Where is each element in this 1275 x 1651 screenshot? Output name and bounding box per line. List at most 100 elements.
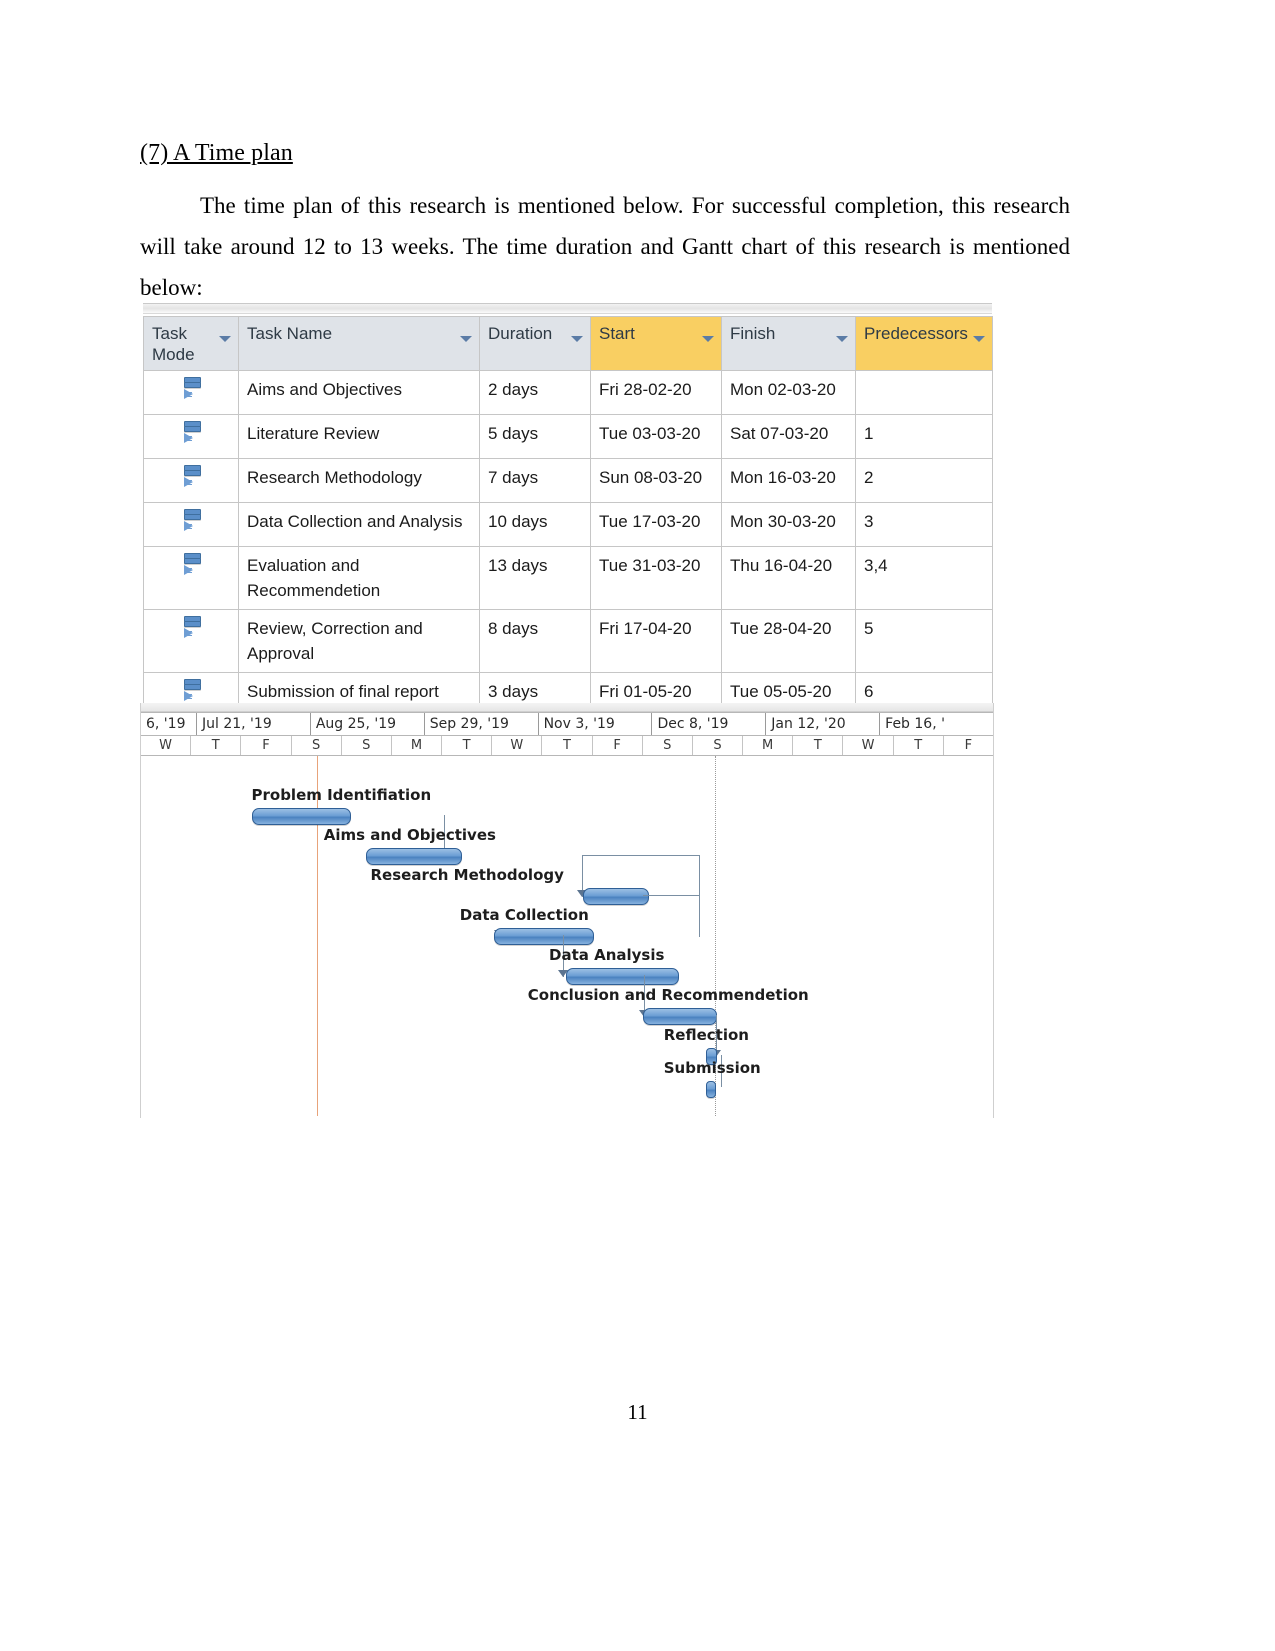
gantt-bar[interactable]: [642, 1008, 717, 1025]
task-name-cell[interactable]: Aims and Objectives: [238, 370, 480, 415]
task-mode-cell[interactable]: [143, 502, 239, 547]
task-name-cell[interactable]: Evaluation and Recommendetion: [238, 546, 480, 610]
timeline-month: Jan 12, '20: [766, 713, 881, 735]
column-header-duration-label: Duration: [488, 324, 553, 343]
table-row[interactable]: Review, Correction and Approval 8 days F…: [143, 609, 993, 673]
column-header-duration[interactable]: Duration: [479, 316, 591, 371]
task-duration-cell[interactable]: 10 days: [479, 502, 591, 547]
column-header-start[interactable]: Start: [590, 316, 722, 371]
task-start-cell[interactable]: Tue 31-03-20: [590, 546, 722, 610]
task-predecessors-cell[interactable]: 2: [855, 458, 993, 503]
timeline-day: S: [693, 736, 744, 755]
task-duration-cell[interactable]: 8 days: [479, 609, 591, 673]
task-mode-cell[interactable]: [143, 458, 239, 503]
task-predecessors-cell[interactable]: 5: [855, 609, 993, 673]
column-header-finish[interactable]: Finish: [721, 316, 856, 371]
task-finish-cell[interactable]: Mon 02-03-20: [721, 370, 856, 415]
document-page: (7) A Time plan The time plan of this re…: [0, 0, 1275, 1651]
timeline-day: T: [793, 736, 844, 755]
task-mode-cell[interactable]: [143, 370, 239, 415]
timeline-day: W: [843, 736, 894, 755]
task-name-cell[interactable]: Data Collection and Analysis: [238, 502, 480, 547]
task-duration-cell[interactable]: 7 days: [479, 458, 591, 503]
table-row[interactable]: Aims and Objectives 2 days Fri 28-02-20 …: [143, 370, 993, 415]
timeline-month: Feb 16, ': [885, 716, 945, 732]
timeline-day: F: [593, 736, 643, 755]
task-finish-cell[interactable]: Sat 07-03-20: [721, 414, 856, 459]
table-row[interactable]: Evaluation and Recommendetion 13 days Tu…: [143, 546, 993, 610]
dependency-link: [643, 895, 700, 896]
task-finish-cell[interactable]: Mon 30-03-20: [721, 502, 856, 547]
gantt-bar-label: Reflection: [663, 1026, 749, 1044]
task-mode-cell[interactable]: [143, 414, 239, 459]
task-finish-cell[interactable]: Thu 16-04-20: [721, 546, 856, 610]
chevron-down-icon[interactable]: [460, 336, 472, 342]
chevron-down-icon[interactable]: [702, 336, 714, 342]
gantt-bar[interactable]: [366, 848, 462, 865]
column-header-task-mode[interactable]: Task Mode: [143, 316, 239, 371]
dependency-link: [699, 855, 700, 897]
timeline-day: T: [894, 736, 944, 755]
task-duration-cell[interactable]: 13 days: [479, 546, 591, 610]
task-grid-body: Aims and Objectives 2 days Fri 28-02-20 …: [143, 370, 993, 717]
task-predecessors-cell[interactable]: 1: [855, 414, 993, 459]
gantt-bar[interactable]: [583, 888, 649, 905]
table-row[interactable]: Research Methodology 7 days Sun 08-03-20…: [143, 458, 993, 503]
task-finish-cell[interactable]: Mon 16-03-20: [721, 458, 856, 503]
task-start-cell[interactable]: Tue 03-03-20: [590, 414, 722, 459]
column-header-task-name[interactable]: Task Name: [238, 316, 480, 371]
timeline-day: F: [964, 738, 973, 753]
task-duration-cell[interactable]: 5 days: [479, 414, 591, 459]
page-title: (7) A Time plan: [140, 140, 293, 166]
chevron-down-icon[interactable]: [836, 336, 848, 342]
gantt-bar-label: Data Collection: [459, 906, 589, 924]
manually-scheduled-icon: [182, 679, 202, 703]
dependency-link: [699, 895, 700, 937]
task-predecessors-cell[interactable]: 3,4: [855, 546, 993, 610]
gantt-timeline-months[interactable]: 6, '19 Jul 21, '19 Aug 25, '19 Sep 29, '…: [141, 712, 993, 736]
table-row[interactable]: Data Collection and Analysis 10 days Tue…: [143, 502, 993, 547]
task-start-cell[interactable]: Sun 08-03-20: [590, 458, 722, 503]
column-header-predecessors[interactable]: Predecessors: [855, 316, 993, 371]
task-name-cell[interactable]: Research Methodology: [238, 458, 480, 503]
chevron-down-icon[interactable]: [571, 336, 583, 342]
dependency-link: [582, 855, 700, 856]
gantt-timeline-days[interactable]: W T F S S M T W T F S S M T W T F: [141, 736, 993, 756]
gantt-bar[interactable]: [251, 808, 352, 825]
column-header-predecessors-label: Predecessors: [864, 324, 968, 343]
task-mode-cell[interactable]: [143, 609, 239, 673]
task-start-cell[interactable]: Fri 17-04-20: [590, 609, 722, 673]
chevron-down-icon[interactable]: [219, 336, 231, 342]
gantt-bar[interactable]: [706, 1081, 716, 1098]
column-header-finish-label: Finish: [730, 324, 776, 343]
timeline-month: Sep 29, '19: [425, 713, 539, 735]
table-row[interactable]: Literature Review 5 days Tue 03-03-20 Sa…: [143, 414, 993, 459]
gantt-bar-label: Aims and Objectives: [323, 826, 496, 844]
task-predecessors-cell[interactable]: 3: [855, 502, 993, 547]
chevron-down-icon[interactable]: [973, 336, 985, 342]
timeline-day: T: [442, 736, 493, 755]
timeline-day: W: [492, 736, 543, 755]
timeline-day: T: [542, 736, 593, 755]
timeline-day: S: [292, 736, 342, 755]
task-start-cell[interactable]: Fri 28-02-20: [590, 370, 722, 415]
manually-scheduled-icon: [182, 553, 202, 577]
intro-paragraph: The time plan of this research is mentio…: [140, 193, 1070, 300]
task-finish-cell[interactable]: Tue 28-04-20: [721, 609, 856, 673]
gantt-plot-area[interactable]: Problem Identifiation Aims and Objective…: [141, 756, 993, 1116]
timeline-day: M: [392, 736, 443, 755]
task-grid: Task Mode Task Name Duration Start Finis…: [143, 316, 993, 717]
gantt-bar[interactable]: [493, 928, 594, 945]
timeline-day: M: [743, 736, 794, 755]
task-name-cell[interactable]: Review, Correction and Approval: [238, 609, 480, 673]
gantt-top-divider: [141, 703, 993, 712]
task-name-cell[interactable]: Literature Review: [238, 414, 480, 459]
timeline-month: Dec 8, '19: [652, 713, 767, 735]
task-predecessors-cell[interactable]: [855, 370, 993, 415]
task-mode-cell[interactable]: [143, 546, 239, 610]
task-duration-cell[interactable]: 2 days: [479, 370, 591, 415]
task-start-cell[interactable]: Tue 17-03-20: [590, 502, 722, 547]
page-number: 11: [627, 1400, 648, 1424]
gantt-bar[interactable]: [566, 968, 679, 985]
table-header-row: Task Mode Task Name Duration Start Finis…: [143, 316, 993, 371]
